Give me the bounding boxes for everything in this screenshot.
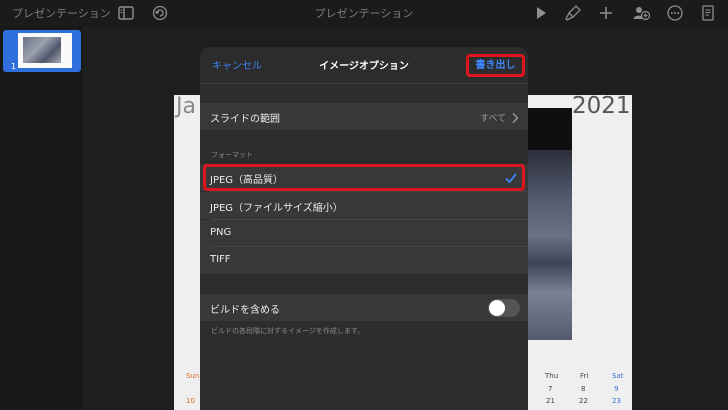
format-option-label: PNG bbox=[210, 227, 232, 238]
popover-header: キャンセル イメージオプション 書き出し bbox=[200, 47, 528, 84]
slide-year-text: 2021 bbox=[572, 93, 631, 119]
slide-thumbnail-1[interactable]: 1 bbox=[3, 30, 81, 72]
slide-range-row[interactable]: スライドの範囲 すべて bbox=[200, 103, 528, 130]
selection-highlight bbox=[203, 164, 525, 191]
export-button[interactable]: 書き出し bbox=[466, 54, 525, 77]
format-section-header: フォーマット bbox=[211, 151, 253, 159]
calendar-date: 9 bbox=[614, 385, 619, 393]
calendar-date: 22 bbox=[579, 397, 588, 405]
format-option-label: TIFF bbox=[210, 254, 231, 265]
include-builds-label: ビルドを含める bbox=[210, 305, 280, 316]
include-builds-row: ビルドを含める bbox=[200, 294, 528, 321]
slide-thumbnail-photo bbox=[23, 37, 61, 63]
chevron-right-icon bbox=[511, 109, 519, 124]
slide-number: 1 bbox=[11, 62, 17, 71]
add-icon[interactable] bbox=[597, 4, 615, 22]
toolbar: プレゼンテーション プレゼンテーション bbox=[0, 0, 728, 26]
format-brush-icon[interactable] bbox=[564, 4, 582, 22]
include-builds-toggle[interactable] bbox=[488, 299, 520, 317]
collaborate-icon[interactable] bbox=[632, 4, 651, 22]
calendar-date: 21 bbox=[546, 397, 555, 405]
slide-navigator: 1 bbox=[0, 26, 83, 410]
slide-photo-detail bbox=[528, 150, 572, 340]
format-option-tiff[interactable]: TIFF bbox=[200, 247, 528, 274]
calendar-date: 23 bbox=[612, 397, 621, 405]
more-icon[interactable] bbox=[666, 4, 684, 22]
calendar-sun-label: Sun bbox=[186, 372, 200, 380]
calendar-date: 7 bbox=[548, 385, 553, 393]
format-option-jpeg-small[interactable]: JPEG（ファイルサイズ縮小） bbox=[200, 192, 528, 219]
image-options-popover: キャンセル イメージオプション 書き出し スライドの範囲 すべて フォーマット … bbox=[200, 47, 528, 410]
slide-range-label: スライドの範囲 bbox=[210, 114, 280, 125]
presenter-notes-icon[interactable] bbox=[699, 4, 717, 22]
play-icon[interactable] bbox=[532, 4, 550, 22]
format-option-label: JPEG（ファイルサイズ縮小） bbox=[210, 203, 343, 214]
toggle-knob bbox=[489, 300, 505, 316]
document-title: プレゼンテーション bbox=[314, 7, 414, 20]
format-option-png[interactable]: PNG bbox=[200, 220, 528, 247]
calendar-date: 10 bbox=[186, 397, 195, 405]
calendar-fri-label: Fri bbox=[580, 372, 589, 380]
format-option-jpeg-high[interactable]: JPEG（高品質） bbox=[200, 164, 528, 191]
slide-range-value: すべて bbox=[479, 114, 506, 124]
slide-month-text: Ja bbox=[176, 94, 196, 119]
calendar-thu-label: Thu bbox=[545, 372, 559, 380]
calendar-sat-label: Sat bbox=[612, 372, 624, 380]
include-builds-note: ビルドの各段階に対するイメージを作成します。 bbox=[211, 327, 365, 335]
calendar-date: 8 bbox=[581, 385, 586, 393]
